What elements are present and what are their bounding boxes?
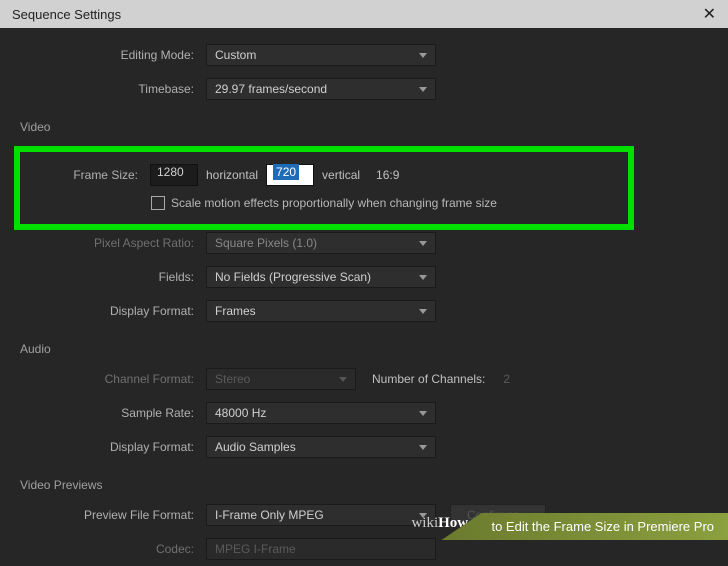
chevron-down-icon: [339, 377, 347, 382]
sample-rate-value: 48000 Hz: [215, 406, 266, 420]
channel-format-label: Channel Format:: [20, 372, 206, 386]
fields-row: Fields: No Fields (Progressive Scan): [20, 260, 708, 294]
display-format-v-value: Frames: [215, 304, 256, 318]
scale-motion-row: Scale motion effects proportionally when…: [30, 196, 618, 210]
display-format-v-select[interactable]: Frames: [206, 300, 436, 322]
pixel-aspect-select[interactable]: Square Pixels (1.0): [206, 232, 436, 254]
window-title: Sequence Settings: [12, 7, 121, 22]
num-channels-value: 2: [503, 372, 533, 386]
channel-format-value: Stereo: [215, 372, 250, 386]
audio-section-title: Audio: [20, 328, 708, 362]
timebase-value: 29.97 frames/second: [215, 82, 327, 96]
pixel-aspect-row: Pixel Aspect Ratio: Square Pixels (1.0): [20, 226, 708, 260]
display-format-a-label: Display Format:: [20, 440, 206, 454]
vertical-label: vertical: [322, 168, 360, 182]
display-format-a-row: Display Format: Audio Samples: [20, 430, 708, 464]
editing-mode-value: Custom: [215, 48, 256, 62]
timebase-select[interactable]: 29.97 frames/second: [206, 78, 436, 100]
editing-mode-row: Editing Mode: Custom: [20, 38, 708, 72]
display-format-v-row: Display Format: Frames: [20, 294, 708, 328]
codec-value: MPEG I-Frame: [215, 542, 296, 556]
timebase-row: Timebase: 29.97 frames/second: [20, 72, 708, 106]
fields-value: No Fields (Progressive Scan): [215, 270, 371, 284]
codec-label: Codec:: [20, 542, 206, 556]
preview-format-select[interactable]: I-Frame Only MPEG: [206, 504, 436, 526]
pixel-aspect-label: Pixel Aspect Ratio:: [20, 236, 206, 250]
pixel-aspect-value: Square Pixels (1.0): [215, 236, 317, 250]
chevron-down-icon: [419, 411, 427, 416]
frame-width-input[interactable]: 1280: [150, 164, 198, 186]
sample-rate-label: Sample Rate:: [20, 406, 206, 420]
scale-motion-label: Scale motion effects proportionally when…: [171, 196, 497, 210]
timebase-label: Timebase:: [20, 82, 206, 96]
close-icon[interactable]: ✕: [703, 4, 716, 24]
chevron-down-icon: [419, 275, 427, 280]
frame-size-row: Frame Size: 1280 horizontal 720 vertical…: [30, 164, 618, 196]
sample-rate-select[interactable]: 48000 Hz: [206, 402, 436, 424]
editing-mode-label: Editing Mode:: [20, 48, 206, 62]
chevron-down-icon: [419, 53, 427, 58]
codec-select: MPEG I-Frame: [206, 538, 436, 560]
watermark-text: to Edit the Frame Size in Premiere Pro: [441, 513, 728, 540]
preview-format-label: Preview File Format:: [20, 508, 206, 522]
video-section-title: Video: [20, 106, 708, 140]
chevron-down-icon: [419, 445, 427, 450]
chevron-down-icon: [419, 309, 427, 314]
display-format-a-value: Audio Samples: [215, 440, 296, 454]
chevron-down-icon: [419, 87, 427, 92]
channel-format-row: Channel Format: Stereo Number of Channel…: [20, 362, 708, 396]
scale-motion-checkbox[interactable]: [151, 196, 165, 210]
fields-select[interactable]: No Fields (Progressive Scan): [206, 266, 436, 288]
display-format-v-label: Display Format:: [20, 304, 206, 318]
frame-size-highlight: Frame Size: 1280 horizontal 720 vertical…: [14, 146, 634, 230]
channel-format-select: Stereo: [206, 368, 356, 390]
editing-mode-select[interactable]: Custom: [206, 44, 436, 66]
display-format-a-select[interactable]: Audio Samples: [206, 436, 436, 458]
settings-content: Editing Mode: Custom Timebase: 29.97 fra…: [0, 28, 728, 566]
frame-size-label: Frame Size:: [30, 168, 150, 182]
num-channels-label: Number of Channels:: [372, 372, 485, 386]
aspect-ratio: 16:9: [376, 168, 399, 182]
frame-height-input[interactable]: 720: [266, 164, 314, 186]
watermark: wikiHow to Edit the Frame Size in Premie…: [441, 513, 728, 540]
title-bar: Sequence Settings ✕: [0, 0, 728, 28]
horizontal-label: horizontal: [206, 168, 258, 182]
sample-rate-row: Sample Rate: 48000 Hz: [20, 396, 708, 430]
chevron-down-icon: [419, 241, 427, 246]
preview-format-value: I-Frame Only MPEG: [215, 508, 324, 522]
fields-label: Fields:: [20, 270, 206, 284]
previews-section-title: Video Previews: [20, 464, 708, 498]
